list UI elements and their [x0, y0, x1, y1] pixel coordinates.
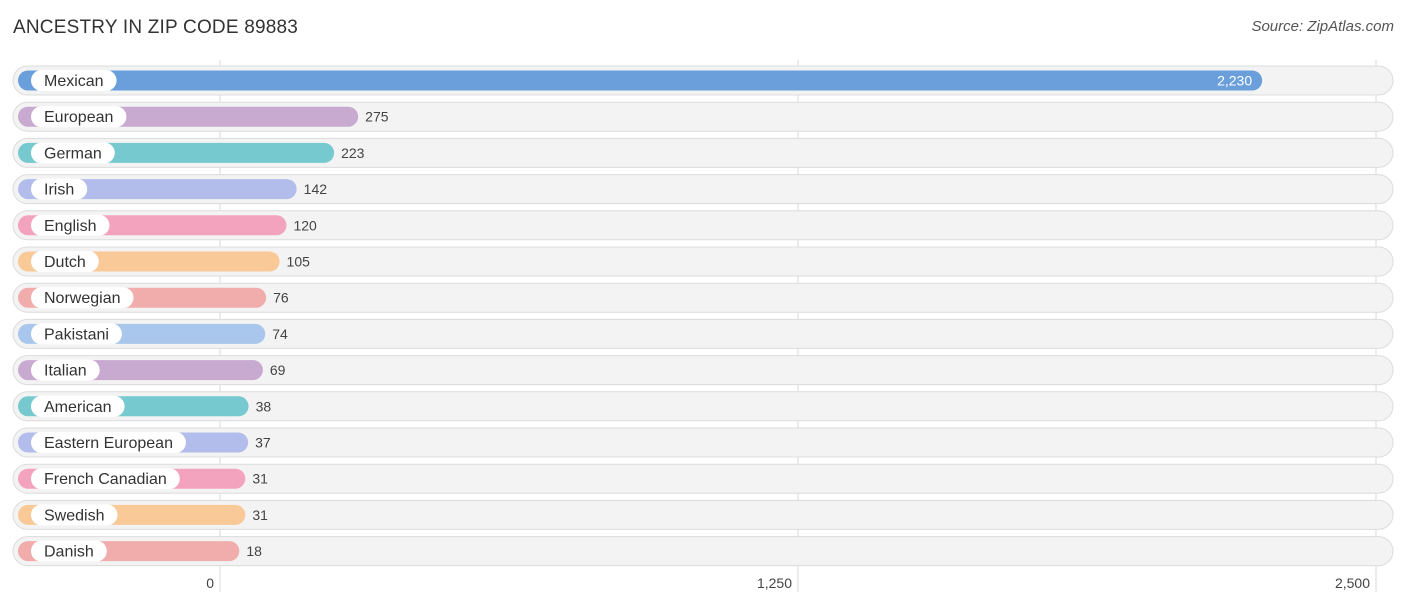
value-label: 2,230	[1217, 73, 1252, 89]
category-label: Dutch	[44, 254, 86, 271]
value-label: 105	[287, 254, 311, 270]
category-label: Danish	[44, 544, 94, 561]
value-label: 76	[273, 290, 289, 306]
value-label: 120	[293, 217, 317, 233]
category-label: Pakistani	[44, 326, 109, 343]
category-label: American	[44, 399, 112, 416]
bar[interactable]	[18, 70, 1263, 91]
value-label: 275	[365, 109, 389, 125]
x-axis-ticks: 0 1,250 2,500	[206, 575, 1370, 591]
category-label: Italian	[44, 363, 87, 380]
value-label: 37	[255, 435, 271, 451]
value-label: 31	[252, 471, 268, 487]
bar-chart: Mexican 2,230 European 275 German 223 Irish 142…	[12, 60, 1394, 592]
category-label: European	[44, 109, 113, 126]
category-label: German	[44, 145, 102, 162]
x-tick-label: 0	[206, 575, 214, 591]
value-label: 18	[246, 543, 262, 559]
category-label: Mexican	[44, 73, 104, 90]
value-label: 142	[304, 181, 328, 197]
value-label: 223	[341, 145, 365, 161]
category-label: French Canadian	[44, 471, 167, 488]
category-label: English	[44, 218, 96, 235]
category-label: Eastern European	[44, 435, 173, 452]
category-label: Irish	[44, 182, 74, 199]
value-label: 31	[252, 507, 268, 523]
category-label: Swedish	[44, 507, 104, 524]
x-tick-label: 1,250	[757, 575, 792, 591]
value-label: 69	[270, 362, 286, 378]
x-tick-label: 2,500	[1335, 575, 1370, 591]
value-label: 74	[272, 326, 288, 342]
value-label: 38	[256, 398, 272, 414]
category-label: Norwegian	[44, 290, 120, 307]
